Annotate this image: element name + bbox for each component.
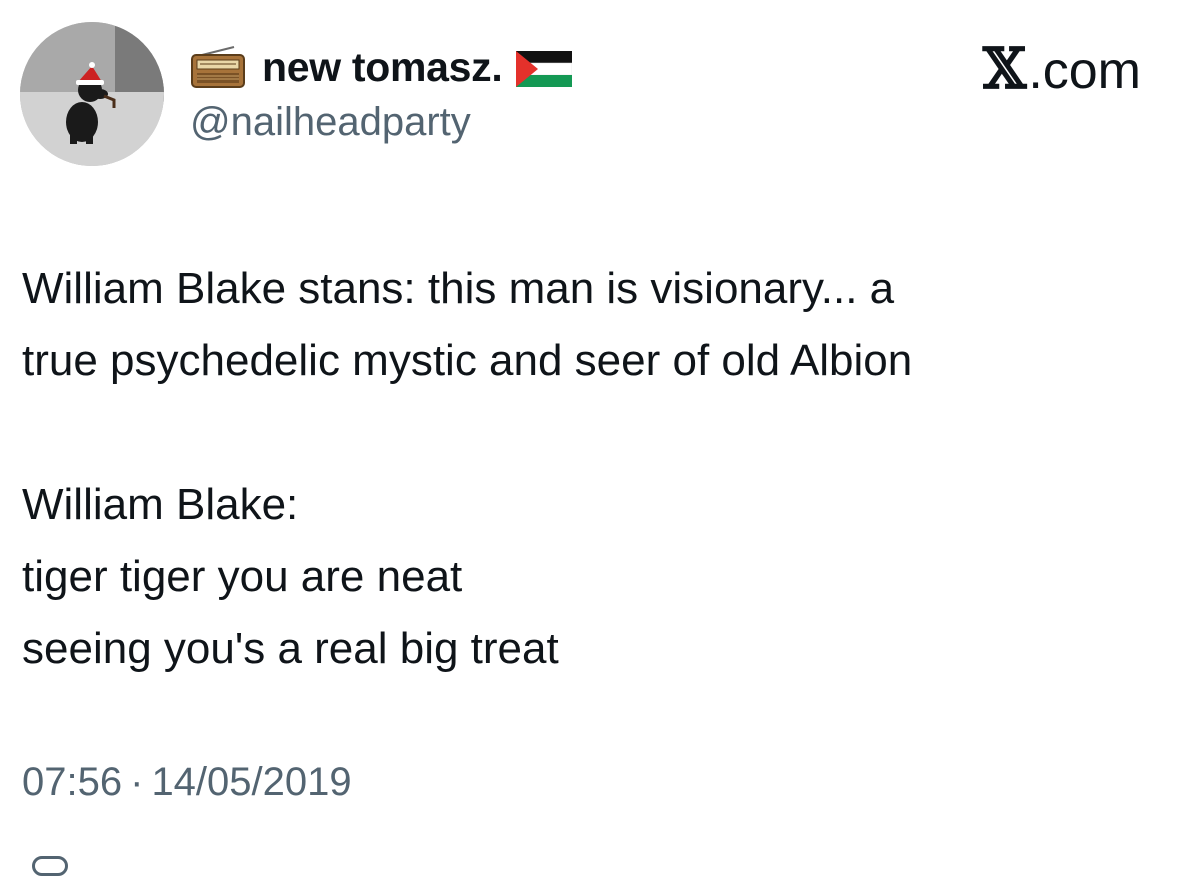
tweet-time: 07:56: [22, 760, 123, 804]
tweet-text: William Blake stans: this man is visiona…: [22, 253, 1182, 685]
tweet-line: William Blake:: [22, 480, 299, 529]
tweet-line: true psychedelic mystic and seer of old …: [22, 336, 913, 385]
user-name-row[interactable]: new tomasz.: [190, 38, 573, 96]
avatar-dog-icon: [20, 22, 164, 166]
brand-domain: .com: [1028, 42, 1141, 100]
user-handle[interactable]: @nailheadparty: [190, 100, 471, 145]
tweet-date: 14/05/2019: [151, 760, 352, 804]
partial-action-icon[interactable]: [32, 856, 68, 876]
palestine-flag-icon: [516, 51, 573, 87]
tweet-line: tiger tiger you are neat: [22, 552, 463, 601]
x-com-logo: 𝕏 .com: [983, 36, 1141, 102]
tweet-timestamp[interactable]: 07:56 · 14/05/2019: [22, 760, 352, 805]
radio-emoji-icon: [191, 46, 245, 88]
x-logo-icon: 𝕏: [982, 36, 1027, 102]
display-name[interactable]: new tomasz.: [262, 44, 503, 91]
meta-separator: ·: [130, 760, 144, 804]
tweet-line: seeing you's a real big treat: [22, 624, 559, 673]
tweet-line: William Blake stans: this man is visiona…: [22, 264, 895, 313]
avatar[interactable]: [20, 22, 164, 166]
